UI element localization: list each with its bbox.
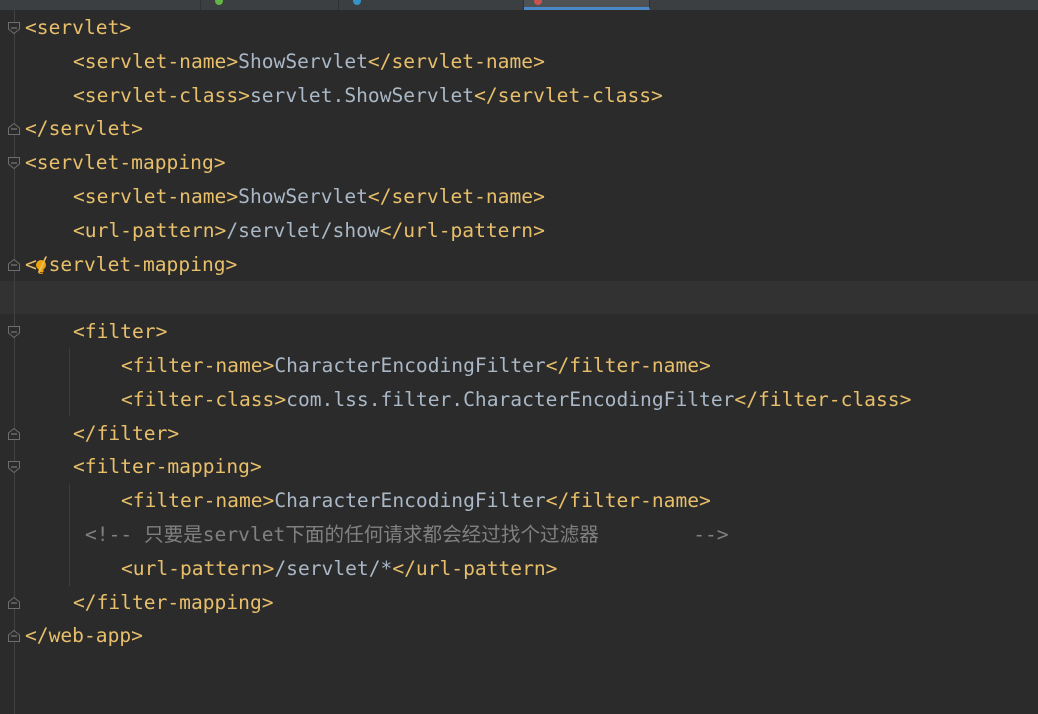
code-line[interactable]: <filter-class>com.lss.filter.CharacterEn…	[121, 383, 911, 417]
xml-tag: <filter-class>	[121, 387, 287, 411]
code-line[interactable]: <servlet>	[25, 11, 131, 45]
xml-tag: <filter-name>	[121, 354, 275, 377]
code-line[interactable]: <url-pattern>/servlet/*</url-pattern>	[121, 552, 557, 586]
xml-tag: <url-pattern>	[73, 218, 227, 242]
xml-text: /servlet/*	[274, 556, 393, 580]
code-line[interactable]: <filter-name>CharacterEncodingFilter</fi…	[121, 349, 711, 383]
fold-close-icon[interactable]	[7, 596, 21, 610]
fold-open-icon[interactable]	[7, 460, 21, 474]
xml-tag: <filter>	[73, 320, 168, 344]
fold-close-icon[interactable]	[7, 427, 21, 441]
xml-tag: </filter>	[73, 421, 180, 445]
xml-tag: <filter-mapping>	[73, 455, 262, 479]
xml-text: ShowServlet	[238, 185, 368, 208]
xml-text: com.lss.filter.CharacterEncodingFilter	[286, 387, 735, 411]
xml-tag: </url-pattern>	[379, 218, 545, 242]
xml-tag: </filter-name>	[545, 354, 711, 377]
code-line[interactable]: </filter-mapping>	[73, 586, 274, 620]
fold-close-icon[interactable]	[7, 258, 21, 272]
fold-close-icon[interactable]	[7, 122, 21, 136]
xml-tag: <filter-name>	[121, 489, 275, 513]
editor-tab[interactable]	[650, 0, 1038, 10]
xml-tag: </web-app>	[25, 624, 143, 648]
xml-tag: </url-pattern>	[392, 556, 558, 580]
code-line[interactable]: <url-pattern>/servlet/show</url-pattern>	[73, 214, 545, 248]
code-line[interactable]: <filter-mapping>	[73, 450, 262, 484]
xml-tag: </filter-class>	[734, 387, 912, 411]
code-line[interactable]: <servlet-class>servlet.ShowServlet</serv…	[73, 79, 663, 113]
xml-text: CharacterEncodingFilter	[274, 489, 546, 513]
xml-tag: </servlet-mapping>	[25, 252, 238, 276]
xml-tag: <servlet-name>	[73, 49, 239, 73]
code-line[interactable]: </servlet>	[25, 112, 143, 146]
xml-tag: <url-pattern>	[121, 556, 275, 580]
xml-tag: </servlet-name>	[367, 185, 545, 208]
xml-tag: </filter-mapping>	[73, 590, 274, 614]
file-type-icon	[215, 0, 223, 5]
editor-tab[interactable]	[0, 0, 201, 10]
editor-tab-active[interactable]	[524, 0, 650, 10]
indent-guide	[69, 484, 70, 586]
xml-tag: </servlet-name>	[367, 49, 545, 73]
xml-tag: <servlet-class>	[73, 83, 250, 107]
xml-tag: <servlet-name>	[73, 185, 239, 208]
editor-tab[interactable]	[201, 0, 339, 10]
code-line[interactable]: <!-- 只要是servlet下面的任何请求都会经过找个过滤器 -->	[85, 518, 729, 552]
xml-tag: <servlet-mapping>	[25, 151, 226, 175]
code-line[interactable]: </filter>	[73, 417, 179, 451]
editor-tab-bar	[0, 0, 1038, 10]
xml-tag: <servlet>	[25, 16, 132, 39]
xml-text: CharacterEncodingFilter	[274, 354, 546, 377]
fold-open-icon[interactable]	[7, 21, 21, 35]
xml-comment: <!-- 只要是servlet下面的任何请求都会经过找个过滤器 -->	[85, 523, 729, 546]
xml-text: servlet.ShowServlet	[249, 83, 475, 107]
xml-tag: </servlet-class>	[474, 83, 663, 107]
code-line[interactable]: <servlet-mapping>	[25, 146, 226, 180]
fold-close-icon[interactable]	[7, 629, 21, 643]
code-line[interactable]: <servlet-name>ShowServlet</servlet-name>	[73, 180, 545, 214]
xml-text: ShowServlet	[238, 49, 368, 73]
indent-guide	[69, 348, 70, 416]
fold-open-icon[interactable]	[7, 156, 21, 170]
file-type-icon	[534, 0, 542, 5]
fold-open-icon[interactable]	[7, 325, 21, 339]
xml-tag: </servlet>	[25, 117, 143, 141]
code-line[interactable]: </web-app>	[25, 619, 143, 653]
xml-text: /servlet/show	[226, 218, 380, 242]
current-line-highlight	[0, 281, 1038, 314]
editor-tab[interactable]	[339, 0, 524, 10]
code-line[interactable]: <filter>	[73, 315, 167, 349]
xml-tag: </filter-name>	[545, 489, 711, 513]
code-line[interactable]: <filter-name>CharacterEncodingFilter</fi…	[121, 484, 711, 518]
file-type-icon	[353, 0, 361, 5]
code-line[interactable]: <servlet-name>ShowServlet</servlet-name>	[73, 45, 545, 79]
code-line[interactable]: </servlet-mapping>	[25, 248, 237, 282]
